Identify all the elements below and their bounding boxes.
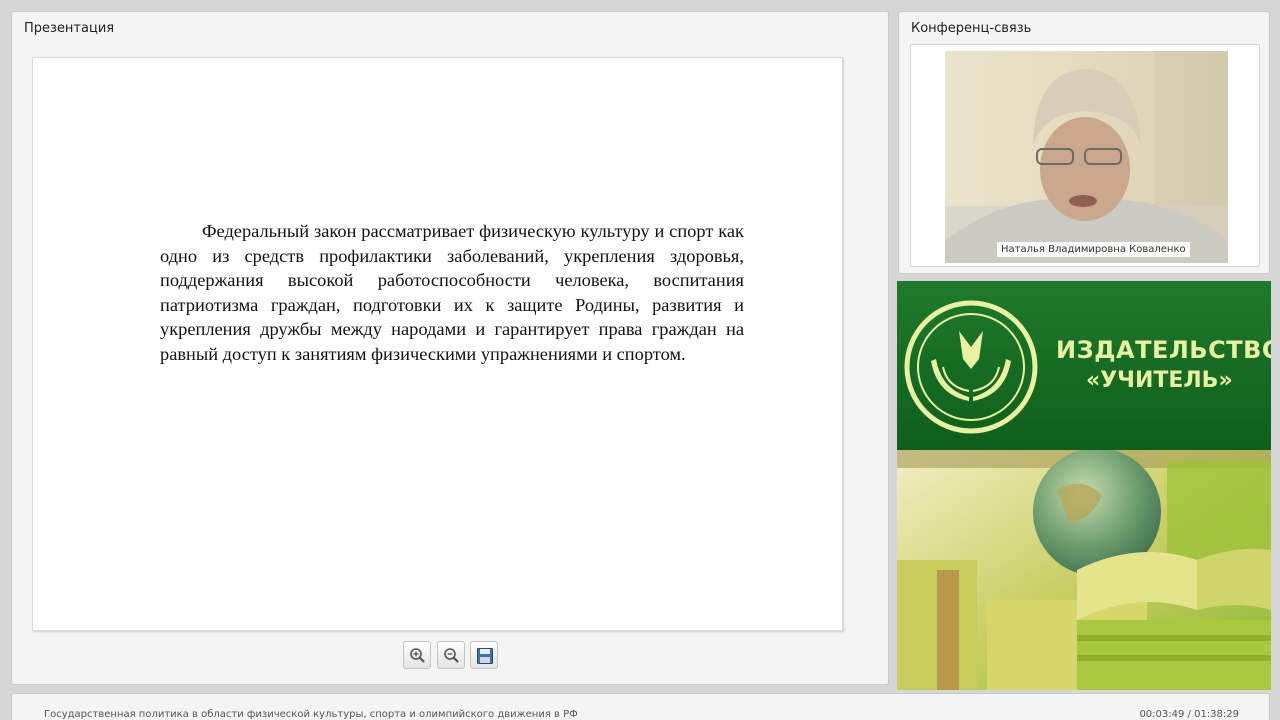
conference-panel: Конференц-связь Наталья Владимировна Ков…	[898, 11, 1270, 274]
slide: Федеральный закон рассматривает физическ…	[32, 57, 843, 631]
playback-time: 00:03:49 / 01:38:29	[1139, 709, 1239, 720]
publisher-banner: ИЗДАТЕЛЬСТВО «УЧИТЕЛЬ»	[897, 281, 1271, 690]
publisher-name-line1: ИЗДАТЕЛЬСТВО	[1056, 336, 1271, 364]
publisher-logo-block: ИЗДАТЕЛЬСТВО «УЧИТЕЛЬ»	[897, 281, 1271, 450]
presentation-panel: Презентация Федеральный закон рассматрив…	[11, 11, 889, 685]
zoom-in-button[interactable]	[403, 641, 431, 669]
zoom-in-icon	[410, 648, 425, 663]
speaker-name-tag: Наталья Владимировна Коваленко	[997, 242, 1190, 257]
save-button[interactable]	[470, 641, 498, 669]
status-bar: Государственная политика в области физич…	[11, 693, 1270, 720]
publisher-logo-icon	[904, 300, 1038, 434]
floppy-disk-icon	[477, 648, 493, 664]
books-globe-illustration	[897, 450, 1271, 690]
speaker-silhouette	[945, 51, 1228, 263]
publisher-name-line2: «УЧИТЕЛЬ»	[1086, 368, 1233, 393]
video-frame: Наталья Владимировна Коваленко	[910, 44, 1260, 267]
slide-text: Федеральный закон рассматривает физическ…	[160, 221, 744, 364]
zoom-out-button[interactable]	[437, 641, 465, 669]
conference-title: Конференц-связь	[911, 21, 1032, 36]
presentation-title: Презентация	[24, 21, 115, 36]
speaker-video[interactable]: Наталья Владимировна Коваленко	[945, 51, 1228, 263]
zoom-out-icon	[444, 648, 459, 663]
course-title: Государственная политика в области физич…	[44, 709, 578, 720]
